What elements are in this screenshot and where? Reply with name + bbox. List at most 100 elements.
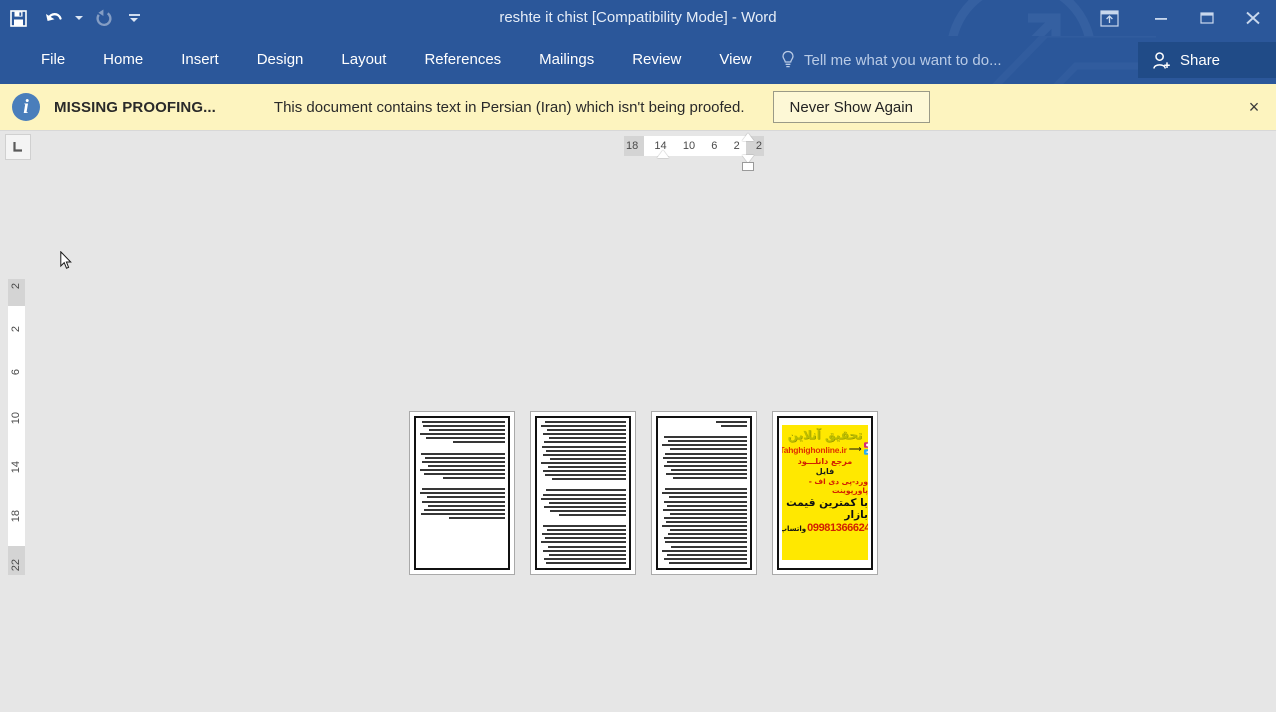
document-pages: تحقیق آنلاین Tahghighonline.ir ⟶ مرجع دا… (409, 411, 878, 575)
ribbon-tabs: File Home Insert Design Layout Reference… (22, 36, 771, 84)
text-line (548, 501, 626, 504)
text-line (668, 496, 747, 499)
text-line (543, 453, 626, 456)
vruler-tick-2a: 2 (10, 283, 22, 290)
text-line (716, 421, 747, 423)
info-icon: i (12, 93, 40, 121)
tab-insert[interactable]: Insert (162, 36, 238, 84)
share-label: Share (1180, 51, 1221, 69)
vruler-tick-6: 6 (10, 368, 22, 375)
text-line (540, 425, 626, 428)
text-line (544, 441, 626, 444)
tab-mailings[interactable]: Mailings (520, 36, 613, 84)
text-line (421, 500, 505, 503)
ribbon-display-options-button[interactable] (1080, 2, 1138, 34)
page-thumbnail-2[interactable] (530, 411, 636, 575)
advert-line-1: مرجع دانلـــود (797, 457, 853, 466)
text-line (419, 468, 505, 471)
page-thumbnail-4[interactable]: تحقیق آنلاین Tahghighonline.ir ⟶ مرجع دا… (772, 411, 878, 575)
text-line (662, 508, 747, 511)
hanging-indent-marker[interactable] (742, 133, 754, 141)
text-line (663, 436, 747, 439)
text-line (549, 553, 626, 556)
text-line (427, 464, 505, 467)
page-content-1 (419, 421, 505, 565)
hruler-tick-2b: 2 (755, 140, 762, 152)
page-content-3 (661, 421, 747, 565)
text-line (664, 516, 747, 519)
restore-button[interactable] (1184, 2, 1230, 34)
text-line (542, 549, 626, 552)
share-button[interactable]: Share (1138, 42, 1276, 78)
hruler-tick-6: 6 (711, 140, 718, 152)
chevron-down-icon (75, 16, 83, 20)
text-block-gap (540, 482, 626, 489)
text-line (661, 549, 747, 552)
first-line-indent-marker[interactable] (657, 150, 669, 158)
text-line (425, 437, 505, 440)
message-bar: i MISSING PROOFING... This document cont… (0, 84, 1276, 131)
message-bar-label: MISSING PROOFING... (54, 98, 216, 116)
advert-line-3: ورد-پی دی اف - پاورپوینت (808, 477, 868, 495)
quick-access-toolbar (0, 0, 146, 36)
customize-qat-button[interactable] (122, 3, 146, 33)
page-thumbnail-3[interactable] (651, 411, 757, 575)
advert-phone-row: 09981366624 واتساپ (782, 522, 868, 534)
horizontal-ruler[interactable]: 18 14 10 6 2 2 (624, 133, 764, 171)
vertical-ruler-numbers: 2 2 6 10 14 18 22 (8, 279, 25, 575)
advert-whatsapp-label: واتساپ (782, 525, 807, 533)
arrow-left-icon: ⟶ (848, 443, 862, 454)
advert-phone: 09981366624 (807, 522, 868, 534)
text-line (540, 461, 626, 464)
tab-review[interactable]: Review (613, 36, 700, 84)
undo-dropdown-button[interactable] (72, 3, 86, 33)
ribbon-options-icon (1099, 9, 1119, 27)
text-line (664, 464, 747, 467)
text-line (665, 488, 747, 491)
text-line (428, 504, 505, 507)
text-line (422, 460, 505, 463)
text-line (665, 541, 747, 544)
save-button[interactable] (0, 3, 36, 33)
tab-file[interactable]: File (22, 36, 84, 84)
tell-me-search[interactable]: Tell me what you want to do... (780, 36, 1002, 84)
text-line (547, 545, 626, 548)
message-bar-close-button[interactable]: × (1240, 93, 1268, 121)
hruler-tick-10: 10 (682, 140, 696, 152)
vertical-ruler[interactable]: 2 2 6 10 14 18 22 (8, 279, 25, 575)
text-line (547, 466, 626, 469)
advert-site-row: Tahghighonline.ir ⟶ (782, 442, 868, 455)
text-line (425, 456, 505, 459)
text-line (550, 509, 626, 512)
ribbon-tab-bar: File Home Insert Design Layout Reference… (0, 36, 1276, 84)
vruler-tick-18: 18 (10, 509, 22, 522)
close-button[interactable] (1230, 2, 1276, 34)
text-line (453, 441, 505, 444)
left-indent-box-marker[interactable] (742, 162, 754, 171)
text-line (669, 512, 747, 515)
page-thumbnail-1[interactable] (409, 411, 515, 575)
text-line (721, 425, 747, 428)
text-line (424, 508, 505, 511)
text-line (449, 516, 505, 519)
text-line (670, 529, 747, 532)
tab-design[interactable]: Design (238, 36, 323, 84)
window-controls (1080, 0, 1276, 36)
tab-view[interactable]: View (700, 36, 770, 84)
text-block-gap (661, 429, 747, 436)
text-line (548, 437, 626, 440)
left-tab-stop-icon (13, 142, 22, 152)
text-block-gap (419, 446, 505, 453)
minimize-button[interactable] (1138, 2, 1184, 34)
tab-layout[interactable]: Layout (322, 36, 405, 84)
never-show-again-button[interactable]: Never Show Again (772, 91, 930, 123)
redo-button[interactable] (86, 3, 122, 33)
text-line (667, 460, 747, 463)
tab-stop-selector-button[interactable] (5, 134, 31, 160)
text-line (552, 478, 626, 481)
undo-button[interactable] (36, 3, 72, 33)
advert-title: تحقیق آنلاین (787, 428, 863, 442)
tab-home[interactable]: Home (84, 36, 162, 84)
telegram-icon (863, 449, 868, 455)
tab-references[interactable]: References (405, 36, 520, 84)
